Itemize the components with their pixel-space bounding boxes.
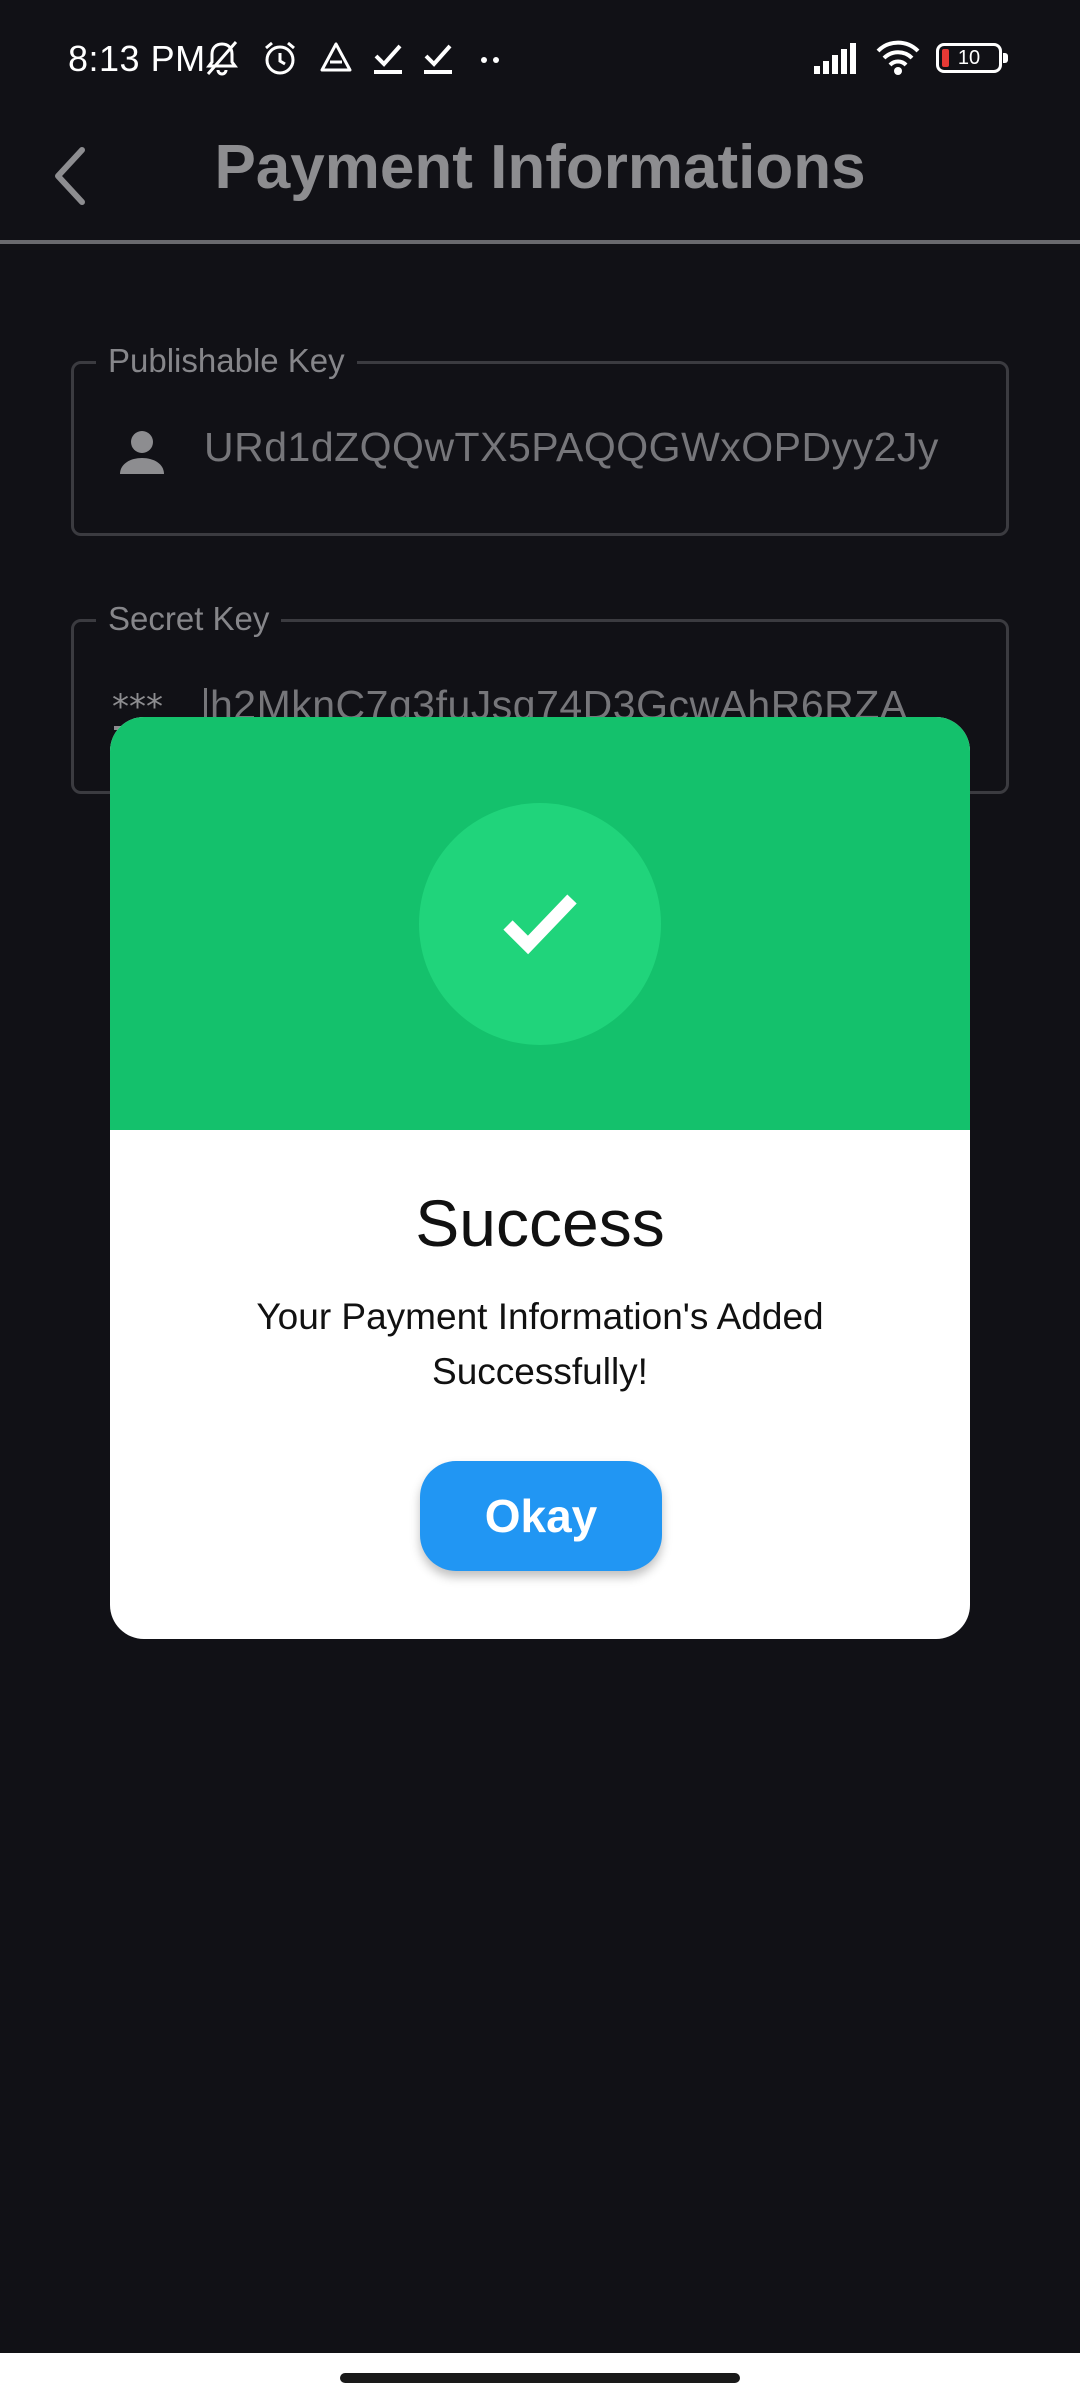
status-bar: 8:13 PM 10 xyxy=(0,0,1080,118)
alarm-icon xyxy=(258,36,302,80)
battery-level: 10 xyxy=(957,47,981,69)
drive-icon xyxy=(316,38,356,78)
publishable-key-input[interactable]: URd1dZQQwTX5PAQQGWxOPDyy2Jy xyxy=(204,424,972,471)
publishable-key-label: Publishable Key xyxy=(96,338,357,384)
publishable-key-field[interactable]: Publishable Key URd1dZQQwTX5PAQQGWxOPDyy… xyxy=(71,338,1009,536)
dialog-header xyxy=(110,717,970,1130)
checkmark-icon xyxy=(500,887,580,962)
app-bar: Payment Informations xyxy=(0,118,1080,244)
success-circle xyxy=(419,803,661,1045)
battery-icon: 10 xyxy=(936,43,1008,73)
more-dots-icon xyxy=(470,38,510,78)
dialog-message: Your Payment Information's Added Success… xyxy=(256,1296,824,1392)
mute-icon xyxy=(200,36,244,80)
page-title: Payment Informations xyxy=(214,133,866,202)
status-icons-left xyxy=(200,36,510,80)
dialog-title: Success xyxy=(415,1186,665,1260)
status-time: 8:13 PM xyxy=(68,38,206,79)
screen: 8:13 PM 10 Payment Informations Publisha… xyxy=(0,0,1080,2400)
person-icon xyxy=(110,422,174,482)
check-icon xyxy=(370,38,406,78)
check-icon xyxy=(420,38,456,78)
okay-button[interactable]: Okay xyxy=(420,1461,662,1571)
home-indicator[interactable] xyxy=(340,2373,740,2383)
success-dialog: Success Your Payment Information's Added… xyxy=(110,717,970,1639)
status-icons-right: 10 xyxy=(812,36,1008,80)
navigation-bar xyxy=(0,2353,1080,2400)
secret-key-label: Secret Key xyxy=(96,596,282,642)
wifi-icon xyxy=(874,39,922,77)
signal-icon xyxy=(812,40,860,76)
